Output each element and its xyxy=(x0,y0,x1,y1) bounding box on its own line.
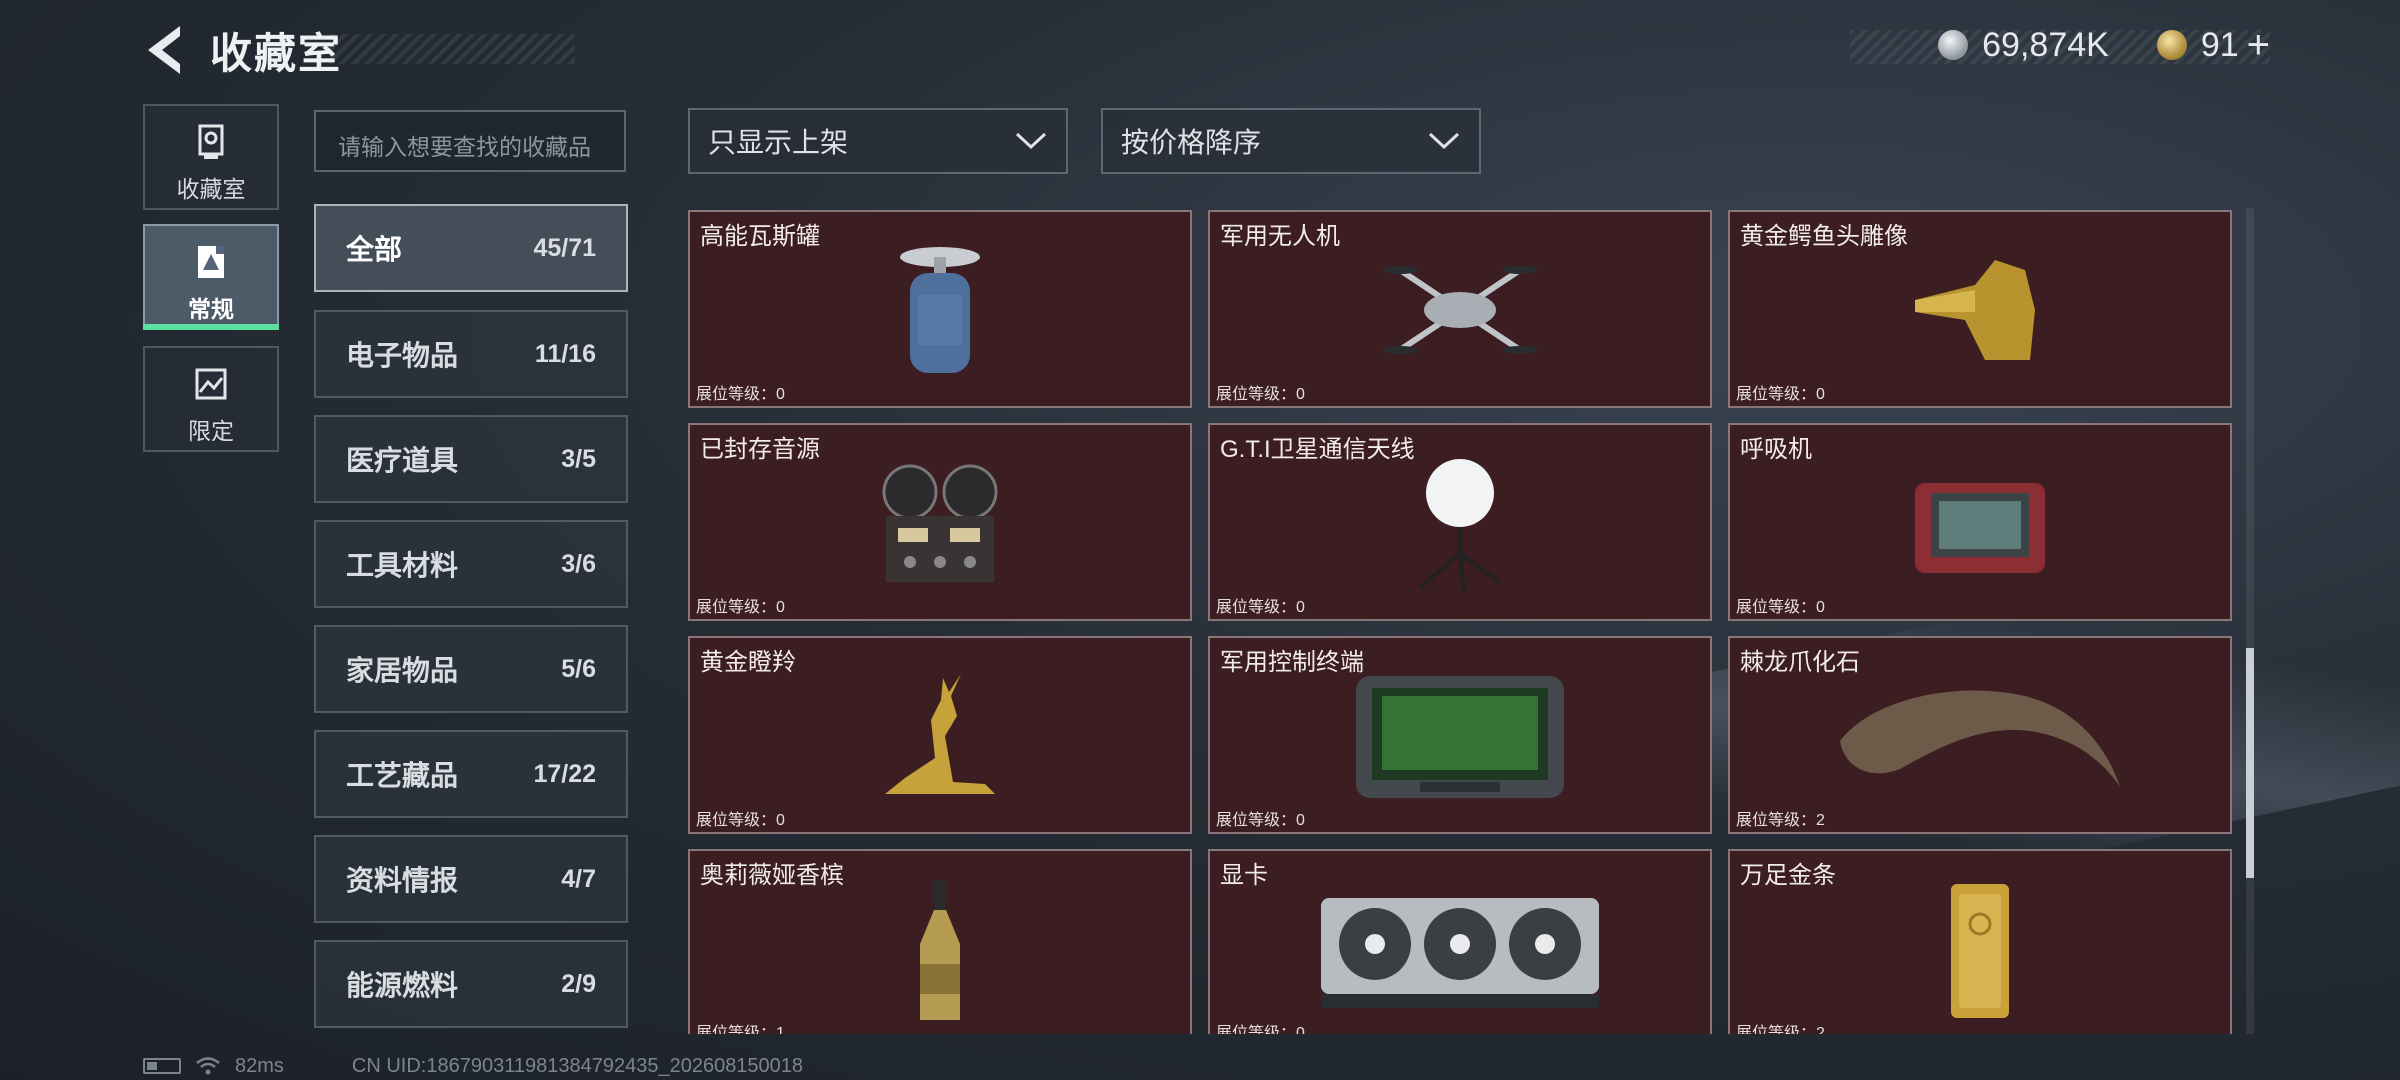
category-electronics[interactable]: 电子物品 11/16 xyxy=(314,310,628,398)
category-name: 全部 xyxy=(346,234,403,265)
control-terminal-icon xyxy=(1210,658,1710,814)
silver-coin-icon xyxy=(1938,30,1969,60)
drone-icon xyxy=(1210,232,1710,388)
category-count: 3/6 xyxy=(561,549,596,578)
category-fuel[interactable]: 能源燃料 2/9 xyxy=(314,940,628,1028)
item-card[interactable]: 军用控制终端 展位等级：0 xyxy=(1208,636,1712,834)
chevron-down-icon xyxy=(1428,132,1460,150)
satellite-dish-icon xyxy=(1210,445,1710,601)
side-tab-regular[interactable]: 常规 xyxy=(143,224,279,330)
gold-gazelle-icon xyxy=(690,658,1190,814)
sort-order-dropdown[interactable]: 按价格降序 xyxy=(1101,108,1481,174)
booth-level: 展位等级：0 xyxy=(1736,599,1825,616)
item-card[interactable]: 呼吸机 展位等级：0 xyxy=(1728,423,2232,621)
back-arrow-icon xyxy=(148,26,180,74)
gold-bar-icon xyxy=(1730,871,2230,1027)
booth-level: 展位等级：0 xyxy=(1216,1025,1305,1034)
side-tab-limited[interactable]: 限定 xyxy=(143,346,279,452)
gas-canister-icon xyxy=(690,232,1190,388)
wifi-icon xyxy=(196,1057,220,1075)
booth-level: 展位等级：0 xyxy=(1216,599,1305,616)
booth-level: 展位等级：0 xyxy=(1736,386,1825,403)
category-medical[interactable]: 医疗道具 3/5 xyxy=(314,415,628,503)
gpu-icon xyxy=(1210,871,1710,1027)
battery-icon xyxy=(143,1058,181,1074)
silver-amount: 69,874K xyxy=(1982,25,2109,64)
booth-level: 展位等级：1 xyxy=(696,1025,785,1034)
category-crafts[interactable]: 工艺藏品 17/22 xyxy=(314,730,628,818)
category-name: 资料情报 xyxy=(346,865,459,896)
ventilator-icon xyxy=(1730,445,2230,601)
item-card[interactable]: 已封存音源 展位等级：0 xyxy=(688,423,1192,621)
category-count: 5/6 xyxy=(561,654,596,683)
ping-value: 82ms xyxy=(235,1054,284,1077)
grid-scrollbar[interactable] xyxy=(2246,208,2254,1034)
category-count: 4/7 xyxy=(561,864,596,893)
category-name: 能源燃料 xyxy=(346,970,459,1001)
status-bar: 82ms CN UID:18679031198138479243​5_20260… xyxy=(143,1052,803,1080)
side-tab-label: 限定 xyxy=(188,418,234,444)
scrollbar-thumb[interactable] xyxy=(2246,648,2254,878)
booth-level: 展位等级：2 xyxy=(1736,812,1825,829)
collection-grid: 高能瓦斯罐 展位等级：0 军用无人机 展位等级：0 黄金鳄鱼头雕像 展位等级：0… xyxy=(688,208,2233,1034)
booth-level: 展位等级：0 xyxy=(1216,386,1305,403)
tape-recorder-icon xyxy=(690,445,1190,601)
category-name: 工具材料 xyxy=(346,550,459,581)
item-card[interactable]: 军用无人机 展位等级：0 xyxy=(1208,210,1712,408)
shelf-filter-value: 只显示上架 xyxy=(708,127,849,158)
side-tab-label: 收藏室 xyxy=(176,176,246,202)
currency-display: 69,874K 91 + xyxy=(1898,23,2270,68)
item-card[interactable]: 奥莉薇娅香槟 展位等级：1 xyxy=(688,849,1192,1034)
item-card[interactable]: 显卡 展位等级：0 xyxy=(1208,849,1712,1034)
add-currency-button[interactable]: + xyxy=(2247,23,2270,68)
shelf-filter-dropdown[interactable]: 只显示上架 xyxy=(688,108,1068,174)
badge-icon xyxy=(145,240,277,284)
sort-order-value: 按价格降序 xyxy=(1121,127,1262,158)
category-household[interactable]: 家居物品 5/6 xyxy=(314,625,628,713)
title-decoration xyxy=(330,34,575,64)
item-card[interactable]: 高能瓦斯罐 展位等级：0 xyxy=(688,210,1192,408)
category-name: 家居物品 xyxy=(346,655,459,686)
category-all[interactable]: 全部 45/71 xyxy=(314,204,628,292)
item-card[interactable]: 万足金条 展位等级：2 xyxy=(1728,849,2232,1034)
category-count: 3/5 xyxy=(561,444,596,473)
croc-statue-icon xyxy=(1730,232,2230,388)
champagne-icon xyxy=(690,871,1190,1027)
category-name: 工艺藏品 xyxy=(346,760,459,791)
category-name: 医疗道具 xyxy=(346,445,459,476)
picture-icon xyxy=(145,362,277,406)
category-name: 电子物品 xyxy=(346,340,459,371)
category-count: 11/16 xyxy=(534,339,596,368)
claw-fossil-icon xyxy=(1730,658,2230,814)
booth-level: 展位等级：0 xyxy=(1216,812,1305,829)
page-title: 收藏室 xyxy=(210,30,343,77)
category-count: 2/9 xyxy=(561,969,596,998)
side-tab-collection[interactable]: 收藏室 xyxy=(143,104,279,210)
side-tab-label: 常规 xyxy=(188,296,234,322)
item-card[interactable]: 黄金瞪羚 展位等级：0 xyxy=(688,636,1192,834)
category-tools[interactable]: 工具材料 3/6 xyxy=(314,520,628,608)
gold-coin-icon xyxy=(2156,30,2187,60)
category-intel[interactable]: 资料情报 4/7 xyxy=(314,835,628,923)
uid-label: CN UID:18679031198138479243​5_2026081500… xyxy=(351,1054,804,1077)
gold-amount: 91 xyxy=(2200,25,2239,64)
trophy-icon xyxy=(145,120,277,164)
item-card[interactable]: G.T.I卫星通信天线 展位等级：0 xyxy=(1208,423,1712,621)
category-count: 45/71 xyxy=(533,233,596,262)
search-input[interactable]: 请输入想要查找的收藏品 xyxy=(314,110,626,172)
booth-level: 展位等级：0 xyxy=(696,812,785,829)
item-card[interactable]: 黄金鳄鱼头雕像 展位等级：0 xyxy=(1728,210,2232,408)
item-card[interactable]: 棘龙爪化石 展位等级：2 xyxy=(1728,636,2232,834)
booth-level: 展位等级：0 xyxy=(696,599,785,616)
back-button[interactable] xyxy=(140,22,188,78)
booth-level: 展位等级：2 xyxy=(1736,1025,1825,1034)
chevron-down-icon xyxy=(1015,132,1047,150)
booth-level: 展位等级：0 xyxy=(696,386,785,403)
category-count: 17/22 xyxy=(533,759,596,788)
